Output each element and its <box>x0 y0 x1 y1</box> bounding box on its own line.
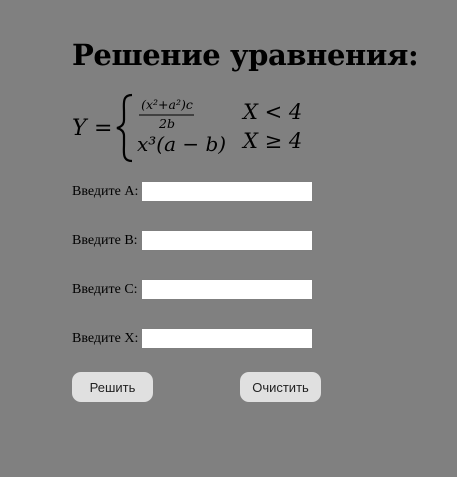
formula-case1-numerator: (x²+a²)c <box>141 97 193 112</box>
formula-case2-condition: X ≥ 4 <box>241 129 302 153</box>
field-label-b: Введите В: <box>72 232 138 248</box>
field-row-a: Введите А: <box>72 181 314 202</box>
input-x[interactable] <box>141 328 314 349</box>
formula-case2-expression: x³(a − b) <box>137 132 226 156</box>
input-c[interactable] <box>140 279 313 300</box>
field-row-b: Введите В: <box>72 230 313 251</box>
field-row-c: Введите С: <box>72 279 313 300</box>
input-b[interactable] <box>140 230 313 251</box>
formula-case1-denominator: 2b <box>158 116 175 131</box>
equation-formula: Y = (x²+a²)c 2b X < 4 x³(a − b) X ≥ 4 <box>72 92 322 164</box>
formula-case1-condition: X < 4 <box>241 100 302 124</box>
field-label-c: Введите С: <box>72 281 138 297</box>
solve-button[interactable]: Решить <box>72 372 153 402</box>
clear-button[interactable]: Очистить <box>240 372 321 402</box>
formula-lhs: Y <box>72 116 89 141</box>
page-title: Решение уравнения: <box>72 38 419 72</box>
field-label-x: Введите Х: <box>72 330 139 346</box>
field-row-x: Введите Х: <box>72 328 314 349</box>
formula-brace <box>116 93 133 163</box>
input-a[interactable] <box>141 181 314 202</box>
field-label-a: Введите А: <box>72 183 139 199</box>
formula-equals: = <box>94 116 112 141</box>
